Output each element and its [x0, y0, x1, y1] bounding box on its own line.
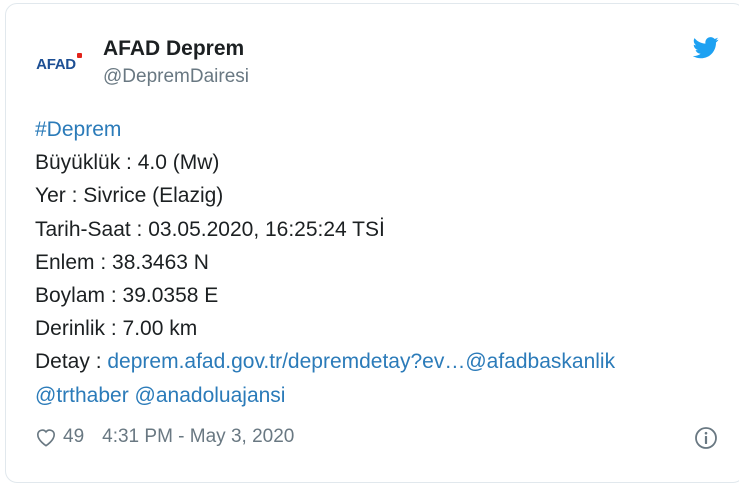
afad-logo-mark	[76, 52, 82, 58]
depth-line: Derinlik : 7.00 km	[35, 317, 198, 341]
mention-anadoluajansi[interactable]: @anadoluajansi	[135, 384, 286, 407]
location-line: Yer : Sivrice (Elazig)	[35, 184, 224, 208]
datetime-line: Tarih-Saat : 03.05.2020, 16:25:24 TSİ	[35, 217, 385, 241]
timestamp[interactable]: 4:31 PM - May 3, 2020	[102, 426, 294, 448]
like-count[interactable]: 49	[63, 426, 84, 448]
mention-trthaber[interactable]: @trthaber	[35, 384, 129, 407]
mention-afadbaskanlik[interactable]: @afadbaskanlik	[465, 350, 615, 373]
tweet-text: #Deprem Büyüklük : 4.0 (Mw) Yer : Sivric…	[35, 113, 725, 412]
tweet-footer: 49 4:31 PM - May 3, 2020	[35, 424, 725, 450]
detail-label: Detay :	[35, 350, 108, 374]
heart-icon[interactable]	[35, 427, 57, 447]
avatar[interactable]: AFAD	[30, 38, 82, 90]
latitude-line: Enlem : 38.3463 N	[35, 250, 209, 274]
detail-line: Detay : deprem.afad.gov.tr/depremdetay?e…	[35, 345, 725, 378]
info-icon[interactable]	[694, 426, 718, 450]
magnitude-line: Büyüklük : 4.0 (Mw)	[35, 151, 220, 175]
afad-logo: AFAD	[36, 52, 82, 73]
account-name[interactable]: AFAD Deprem	[103, 37, 244, 61]
longitude-line: Boylam : 39.0358 E	[35, 284, 219, 308]
account-handle[interactable]: @DepremDairesi	[103, 66, 249, 88]
hashtag-link[interactable]: #Deprem	[35, 118, 121, 141]
detail-link[interactable]: deprem.afad.gov.tr/depremdetay?ev…	[107, 350, 465, 373]
twitter-bird-icon[interactable]	[693, 37, 719, 59]
